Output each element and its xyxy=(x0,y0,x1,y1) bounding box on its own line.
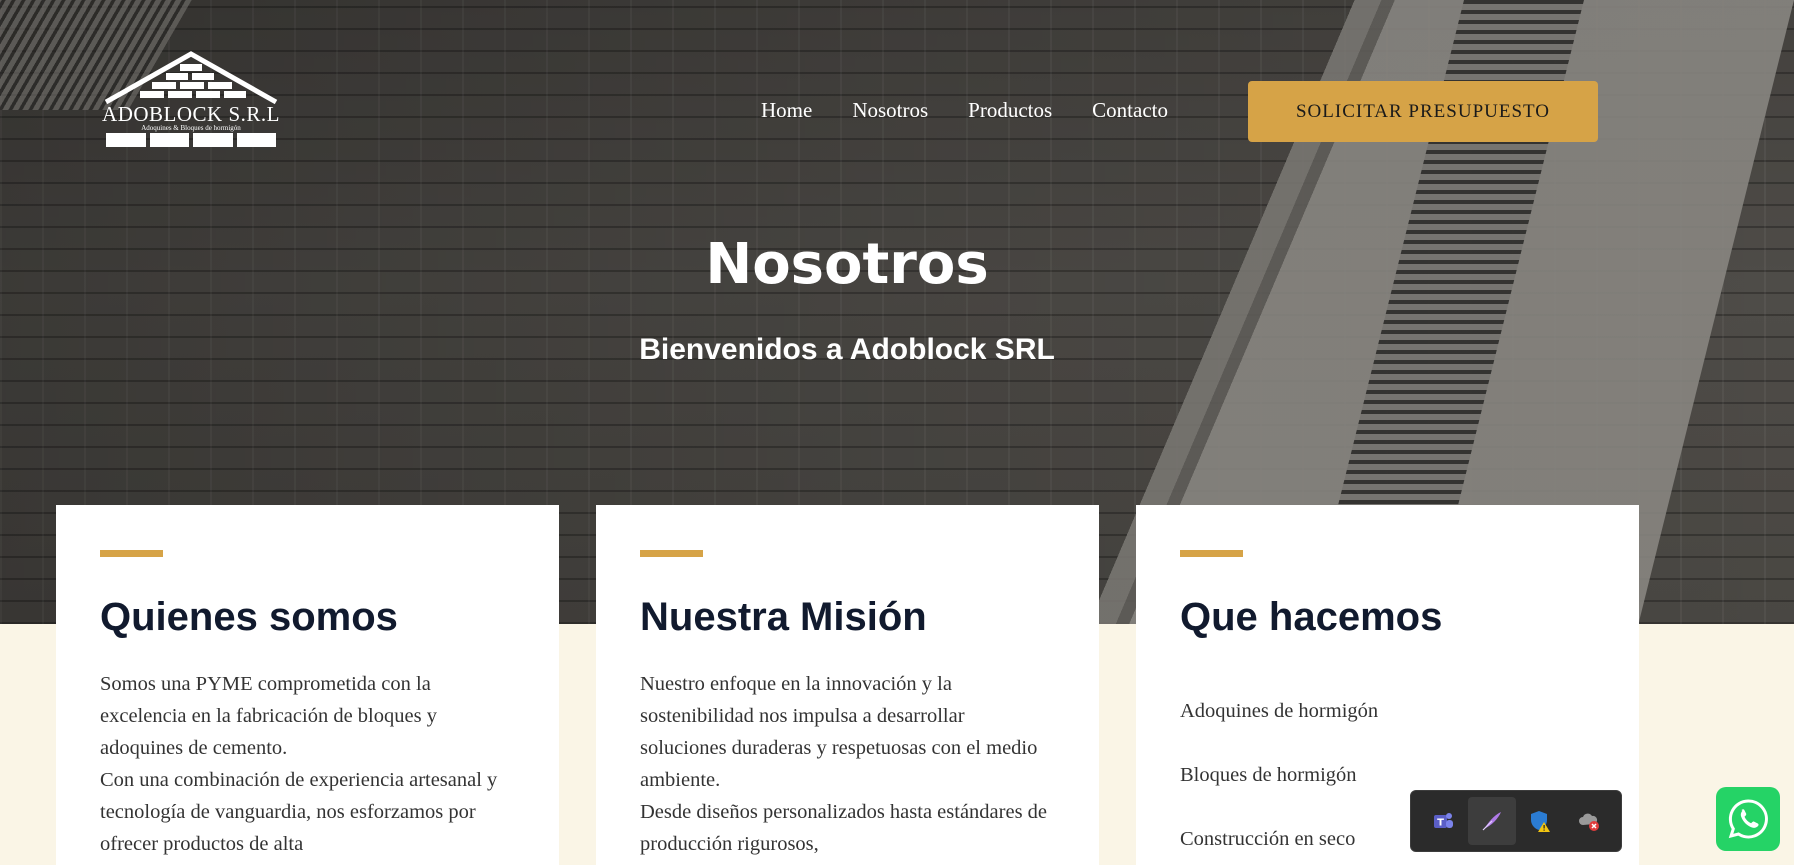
nav-home[interactable]: Home xyxy=(761,98,812,123)
whatsapp-chat-button[interactable] xyxy=(1716,787,1780,851)
feather-icon[interactable] xyxy=(1467,797,1516,845)
card-paragraph: Desde diseños personalizados hasta están… xyxy=(640,801,1048,855)
card-paragraph: Nuestro enfoque en la innovación y la so… xyxy=(640,673,1038,791)
logo-tagline: Adoquines & Bloques de hormigón xyxy=(141,124,241,132)
defender-warning-icon[interactable] xyxy=(1516,797,1564,845)
card-paragraph: Con una combinación de experiencia artes… xyxy=(100,769,498,855)
site-logo[interactable]: ADOBLOCK S.R.L Adoquines & Bloques de ho… xyxy=(100,50,282,150)
whatsapp-icon xyxy=(1728,799,1768,839)
card-body: Nuestro enfoque en la innovación y la so… xyxy=(640,668,1050,860)
services-list: Adoquines de hormigón Bloques de hormigó… xyxy=(1180,700,1378,865)
card-title: Nuestra Misión xyxy=(640,595,927,639)
page-title: Nosotros xyxy=(705,232,989,297)
list-item: Bloques de hormigón xyxy=(1180,764,1357,786)
accent-bar xyxy=(100,550,163,557)
card-title: Quienes somos xyxy=(100,595,398,639)
cloud-error-icon[interactable] xyxy=(1565,797,1613,845)
logo-bricks xyxy=(106,133,276,147)
card-nuestra-mision: Nuestra Misión Nuestro enfoque en la inn… xyxy=(596,505,1099,865)
teams-icon[interactable]: T xyxy=(1419,797,1467,845)
nav-nosotros[interactable]: Nosotros xyxy=(852,98,928,123)
accent-bar xyxy=(640,550,703,557)
page-subtitle: Bienvenidos a Adoblock SRL xyxy=(639,333,1055,366)
accent-bar xyxy=(1180,550,1243,557)
list-item: Construcción en seco xyxy=(1180,828,1356,850)
card-quienes-somos: Quienes somos Somos una PYME comprometid… xyxy=(56,505,559,865)
roof-icon xyxy=(104,51,278,105)
nav-productos[interactable]: Productos xyxy=(968,98,1052,123)
list-item: Adoquines de hormigón xyxy=(1180,700,1379,722)
system-tray-overflow: T xyxy=(1410,790,1622,852)
main-nav: Home Nosotros Productos Contacto xyxy=(761,98,1168,123)
svg-text:T: T xyxy=(1437,818,1444,829)
request-quote-button[interactable]: SOLICITAR PRESUPUESTO xyxy=(1248,81,1598,142)
card-body: Somos una PYME comprometida con la excel… xyxy=(100,668,510,860)
card-paragraph: Somos una PYME comprometida con la excel… xyxy=(100,673,437,759)
nav-contacto[interactable]: Contacto xyxy=(1092,98,1168,123)
card-title: Que hacemos xyxy=(1180,595,1443,639)
